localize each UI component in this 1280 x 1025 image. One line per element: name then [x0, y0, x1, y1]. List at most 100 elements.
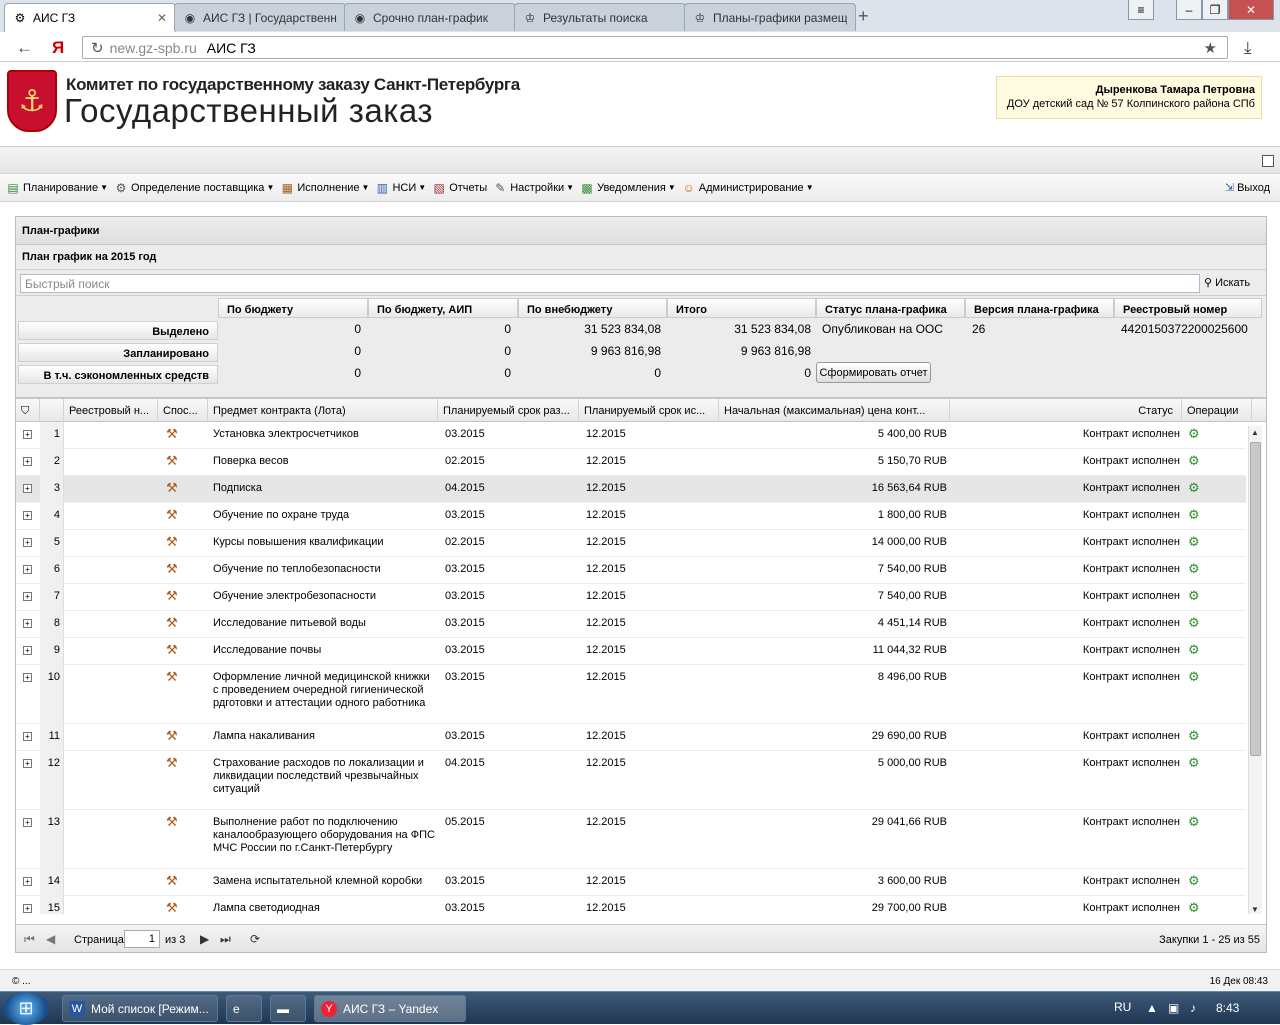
menu-item-8[interactable]: ☺ Администрирование ▼ — [682, 181, 814, 195]
ie-icon[interactable]: e — [226, 995, 262, 1022]
table-row[interactable]: +9 ⚒ Исследование почвы 03.2015 12.2015 11 04… — [16, 638, 1246, 665]
back-icon[interactable]: ← — [16, 38, 33, 58]
menu-icon[interactable]: ≡ — [1128, 0, 1154, 20]
table-row[interactable]: +13 ⚒ Выполнение работ по подключению кана… — [16, 810, 1246, 869]
collapse-header-icon[interactable] — [1262, 155, 1274, 167]
expand-row-icon[interactable]: + — [23, 430, 32, 439]
operations-gear-icon[interactable]: ⚙ — [1188, 507, 1200, 523]
language-indicator[interactable]: RU — [1114, 1000, 1131, 1014]
menu-item-2[interactable]: ⚙ Определение поставщика ▼ — [114, 181, 275, 195]
table-row[interactable]: +15 ⚒ Лампа светодиодная 03.2015 12.2015 29 7… — [16, 896, 1246, 914]
new-tab-icon[interactable]: + — [858, 6, 869, 27]
filter-icon[interactable]: ⛉ — [16, 399, 40, 422]
expand-row-icon[interactable]: + — [23, 457, 32, 466]
grid-header-4[interactable]: Планируемый срок раз... — [438, 399, 579, 422]
expand-row-icon[interactable]: + — [23, 877, 32, 886]
expand-row-icon[interactable]: + — [23, 673, 32, 682]
restore-icon[interactable]: ❐ — [1202, 0, 1228, 20]
refresh-icon[interactable]: ↻ — [91, 39, 104, 57]
yandex-icon[interactable]: Я — [52, 38, 64, 58]
expand-row-icon[interactable]: + — [23, 732, 32, 741]
menu-item-4[interactable]: ▥ НСИ ▼ — [375, 181, 426, 195]
tray-expand-icon[interactable]: ▲ — [1146, 1001, 1158, 1015]
close-tab-icon[interactable]: ✕ — [157, 11, 167, 25]
scroll-up-icon[interactable]: ▲ — [1251, 428, 1259, 437]
table-row[interactable]: +11 ⚒ Лампа накаливания 03.2015 12.2015 29 69… — [16, 724, 1246, 751]
expand-row-icon[interactable]: + — [23, 619, 32, 628]
table-row[interactable]: +12 ⚒ Страхование расходов по локализации … — [16, 751, 1246, 810]
next-page-icon[interactable]: ▶ — [200, 932, 209, 946]
expand-row-icon[interactable]: + — [23, 484, 32, 493]
operations-gear-icon[interactable]: ⚙ — [1188, 642, 1200, 658]
table-row[interactable]: +6 ⚒ Обучение по теплобезопасности 03.2015 1… — [16, 557, 1246, 584]
network-icon[interactable]: ▣ — [1168, 1001, 1179, 1015]
first-page-icon[interactable]: ⏮ — [24, 932, 35, 947]
table-row[interactable]: +3 ⚒ Подписка 04.2015 12.2015 16 563,64 RUB Ко… — [16, 476, 1246, 503]
minimize-icon[interactable]: – — [1176, 0, 1202, 20]
generate-report-button[interactable]: Сформировать отчет — [816, 362, 931, 383]
grid-header-7[interactable]: Статус — [950, 399, 1182, 422]
start-button-icon[interactable]: ⊞ — [3, 992, 49, 1025]
operations-gear-icon[interactable]: ⚙ — [1188, 814, 1200, 830]
operations-gear-icon[interactable]: ⚙ — [1188, 480, 1200, 496]
expand-row-icon[interactable]: + — [23, 759, 32, 768]
operations-gear-icon[interactable]: ⚙ — [1188, 728, 1200, 744]
grid-header-3[interactable]: Предмет контракта (Лота) — [208, 399, 438, 422]
menu-item-3[interactable]: ▦ Исполнение ▼ — [280, 181, 370, 195]
operations-gear-icon[interactable]: ⚙ — [1188, 873, 1200, 889]
grid-header-6[interactable]: Начальная (максимальная) цена конт... — [719, 399, 950, 422]
table-row[interactable]: +5 ⚒ Курсы повышения квалификации 02.2015 12… — [16, 530, 1246, 557]
expand-row-icon[interactable]: + — [23, 538, 32, 547]
operations-gear-icon[interactable]: ⚙ — [1188, 615, 1200, 631]
expand-row-icon[interactable]: + — [23, 904, 32, 913]
clock[interactable]: 8:43 — [1216, 1001, 1239, 1015]
expand-row-icon[interactable]: + — [23, 818, 32, 827]
exit-button[interactable]: ⇲ Выход — [1225, 181, 1270, 195]
operations-gear-icon[interactable]: ⚙ — [1188, 561, 1200, 577]
taskbar-word[interactable]: W Мой список [Режим... — [62, 995, 218, 1022]
menu-item-6[interactable]: ✎ Настройки ▼ — [493, 181, 574, 195]
browser-tab-3[interactable]: ◉ Срочно план-график — [344, 3, 516, 31]
explorer-folder-icon[interactable]: ▬ — [270, 995, 306, 1022]
browser-tab-1[interactable]: ⚙ АИС ГЗ ✕ — [4, 3, 176, 32]
scroll-thumb[interactable] — [1250, 442, 1261, 756]
expand-row-icon[interactable]: + — [23, 646, 32, 655]
operations-gear-icon[interactable]: ⚙ — [1188, 534, 1200, 550]
taskbar-yandex[interactable]: Y АИС ГЗ – Yandex — [314, 995, 466, 1022]
menu-item-1[interactable]: ▤ Планирование ▼ — [6, 181, 108, 195]
volume-icon[interactable]: ♪ — [1190, 1001, 1196, 1015]
operations-gear-icon[interactable]: ⚙ — [1188, 669, 1200, 685]
grid-header-1[interactable]: Реестровый н... — [64, 399, 158, 422]
scroll-down-icon[interactable]: ▼ — [1251, 905, 1259, 914]
table-row[interactable]: +14 ⚒ Замена испытательной клемной коробки… — [16, 869, 1246, 896]
operations-gear-icon[interactable]: ⚙ — [1188, 900, 1200, 914]
download-icon[interactable]: ⤓ — [1244, 38, 1252, 58]
search-button[interactable]: ⚲ Искать — [1204, 276, 1250, 290]
operations-gear-icon[interactable]: ⚙ — [1188, 426, 1200, 442]
operations-gear-icon[interactable]: ⚙ — [1188, 755, 1200, 771]
table-row[interactable]: +1 ⚒ Установка электросчетчиков 03.2015 12.2… — [16, 422, 1246, 449]
operations-gear-icon[interactable]: ⚙ — [1188, 588, 1200, 604]
table-row[interactable]: +8 ⚒ Исследование питьевой воды 03.2015 12.2… — [16, 611, 1246, 638]
menu-item-7[interactable]: ▩ Уведомления ▼ — [580, 181, 675, 195]
close-window-icon[interactable]: ✕ — [1228, 0, 1274, 20]
browser-tab-2[interactable]: ◉ АИС ГЗ | Государственный заказ — [174, 3, 346, 31]
operations-gear-icon[interactable]: ⚙ — [1188, 453, 1200, 469]
url-field[interactable]: ↻ new.gz-spb.ru АИС ГЗ ★ — [82, 36, 1228, 59]
grid-header-2[interactable]: Спос... — [158, 399, 208, 422]
grid-header-8[interactable]: Операции — [1182, 399, 1252, 422]
expand-row-icon[interactable]: + — [23, 511, 32, 520]
table-row[interactable]: +4 ⚒ Обучение по охране труда 03.2015 12.201… — [16, 503, 1246, 530]
table-row[interactable]: +7 ⚒ Обучение электробезопасности 03.2015 12… — [16, 584, 1246, 611]
last-page-icon[interactable]: ⏭ — [220, 932, 231, 947]
grid-scrollbar[interactable]: ▲ ▼ — [1248, 426, 1262, 914]
table-row[interactable]: +10 ⚒ Оформление личной медицинской книжки… — [16, 665, 1246, 724]
table-row[interactable]: +2 ⚒ Поверка весов 02.2015 12.2015 5 150,70 R… — [16, 449, 1246, 476]
refresh-grid-icon[interactable]: ⟳ — [250, 932, 260, 946]
browser-tab-5[interactable]: ♔ Планы-графики размещения — [684, 3, 856, 31]
browser-tab-4[interactable]: ♔ Результаты поиска — [514, 3, 686, 31]
menu-item-5[interactable]: ▧ Отчеты — [432, 181, 488, 195]
page-number-input[interactable]: 1 — [124, 930, 160, 948]
expand-row-icon[interactable]: + — [23, 592, 32, 601]
expand-row-icon[interactable]: + — [23, 565, 32, 574]
